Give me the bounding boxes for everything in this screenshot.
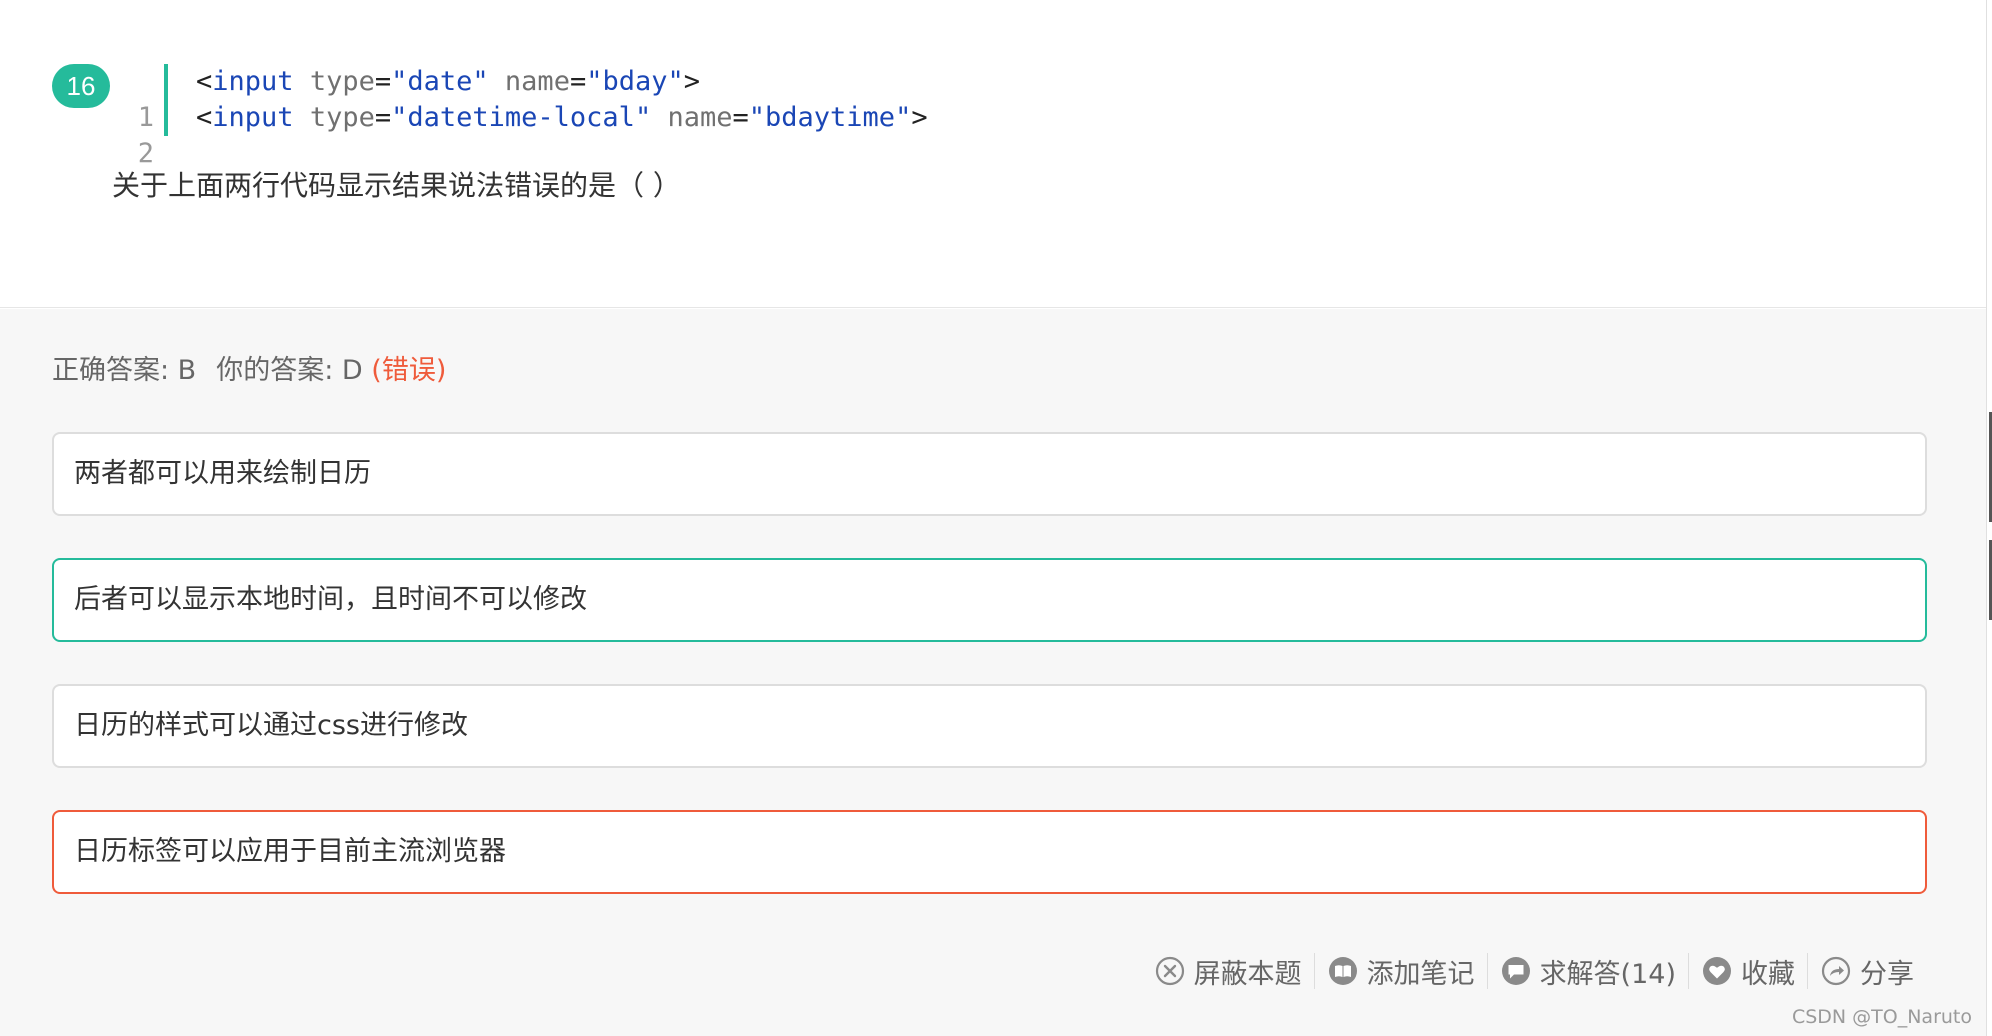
- add-note-label: 添加笔记: [1366, 958, 1475, 990]
- ask-answer-label: 求解答(14): [1539, 958, 1676, 990]
- code-token: "bdaytime": [748, 102, 912, 133]
- code-block: 1 <input type="date" name="bday"> 2 <inp…: [120, 64, 928, 169]
- block-question-label: 屏蔽本题: [1193, 958, 1302, 990]
- answer-area: 正确答案: B 你的答案: D (错误) 两者都可以用来绘制日历 后者可以显示本地…: [0, 309, 1986, 1036]
- favorite-label: 收藏: [1741, 958, 1795, 990]
- code-token: input: [212, 66, 294, 97]
- page: 16 1 <input type="date" name="bday"> 2 <…: [0, 0, 1992, 1036]
- favorite-button[interactable]: 收藏: [1689, 952, 1807, 991]
- code-token: =: [374, 66, 392, 97]
- code-line: 2 <input type="datetime-local" name="bda…: [120, 100, 928, 169]
- close-circle-icon: [1154, 955, 1186, 987]
- watermark: CSDN @TO_Naruto: [1791, 1006, 1972, 1028]
- block-question-button[interactable]: 屏蔽本题: [1142, 952, 1314, 991]
- code-token: type: [309, 102, 375, 133]
- share-label: 分享: [1860, 958, 1914, 990]
- code-text: <input type="date" name="bday">: [196, 64, 700, 100]
- code-token: =: [732, 102, 749, 133]
- code-token: =: [374, 102, 392, 133]
- code-token: "bday": [586, 66, 684, 97]
- add-note-button[interactable]: 添加笔记: [1315, 952, 1487, 991]
- chat-bubble-icon: [1500, 955, 1532, 987]
- code-token: "datetime-local": [391, 102, 652, 133]
- share-button[interactable]: 分享: [1808, 952, 1926, 991]
- correct-answer-label: 正确答案: B: [52, 355, 197, 386]
- answer-status: (错误): [371, 355, 447, 386]
- code-token: >: [911, 102, 928, 133]
- code-token: =: [569, 66, 587, 97]
- share-icon: [1820, 955, 1852, 987]
- question-toolbar: 屏蔽本题 添加笔记 求解答(14) 收藏 分享: [1142, 949, 1926, 993]
- option-d-selected-wrong[interactable]: 日历标签可以应用于目前主流浏览器: [52, 810, 1927, 894]
- book-icon: [1327, 955, 1359, 987]
- heart-icon: [1701, 955, 1733, 987]
- code-text: <input type="datetime-local" name="bdayt…: [196, 100, 928, 136]
- question-number-badge: 16: [52, 64, 110, 108]
- code-line: 1 <input type="date" name="bday">: [120, 64, 700, 133]
- option-c[interactable]: 日历的样式可以通过css进行修改: [52, 684, 1927, 768]
- answer-result: 正确答案: B 你的答案: D (错误): [52, 351, 446, 391]
- question-text: 关于上面两行代码显示结果说法错误的是（ ）: [112, 169, 681, 202]
- code-token: >: [683, 66, 701, 97]
- your-answer-label: 你的答案: D: [216, 355, 363, 386]
- code-token: type: [309, 66, 375, 97]
- code-token: "date": [391, 66, 489, 97]
- question-area: 16 1 <input type="date" name="bday"> 2 <…: [0, 0, 1986, 308]
- code-token: name: [667, 102, 733, 133]
- code-token: <: [196, 66, 213, 97]
- code-token: input: [212, 102, 294, 133]
- option-b-correct[interactable]: 后者可以显示本地时间，且时间不可以修改: [52, 558, 1927, 642]
- option-a[interactable]: 两者都可以用来绘制日历: [52, 432, 1927, 516]
- code-token: <: [196, 102, 213, 133]
- code-token: name: [504, 66, 570, 97]
- ask-answer-button[interactable]: 求解答(14): [1488, 952, 1688, 991]
